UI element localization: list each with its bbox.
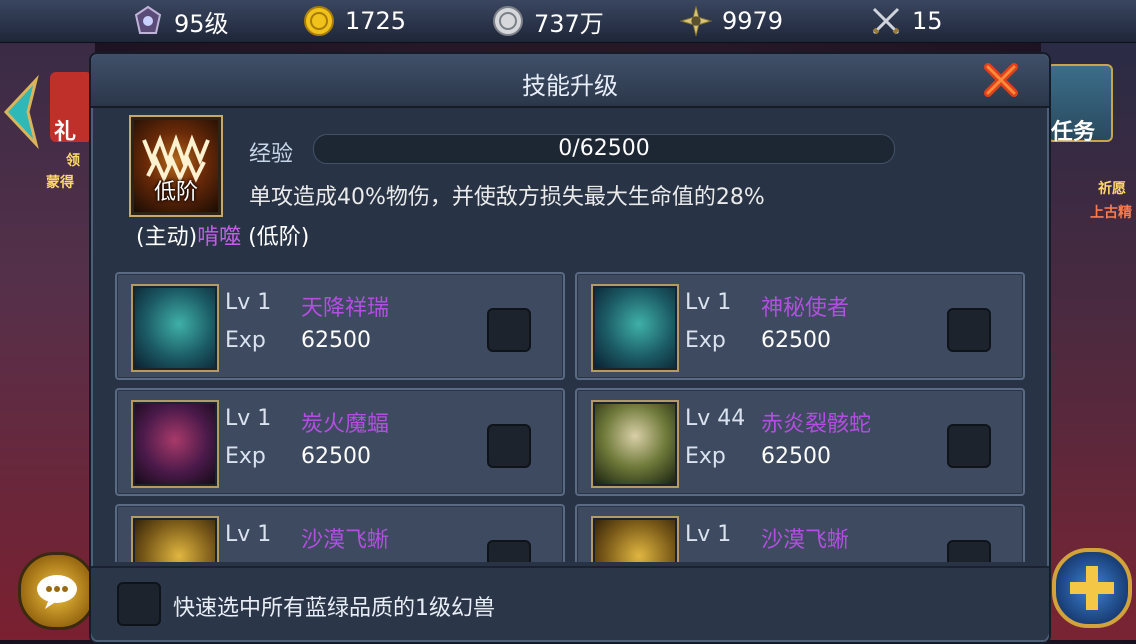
resource-bar: 95级 1725 737万 9979 15 <box>0 0 1136 43</box>
beast-level: Lv 44 <box>685 406 746 431</box>
exp-progress-text: 0/62500 <box>558 136 650 161</box>
beast-select-checkbox[interactable] <box>947 424 991 468</box>
skill-upgrade-dialog: 技能升级 低阶 经验 0/62500 单攻造成40%物伤，并使敌方损失最大生命值… <box>89 52 1051 644</box>
beast-exp-label: Exp <box>685 444 726 469</box>
beast-select-checkbox[interactable] <box>487 540 531 562</box>
beast-level: Lv 1 <box>685 290 732 315</box>
beast-card[interactable]: Lv 1 神秘使者 Exp 62500 <box>575 272 1025 380</box>
chat-button[interactable] <box>18 552 96 630</box>
beast-name: 炭火魔蝠 <box>301 412 390 437</box>
claim-label: 领 <box>66 153 80 169</box>
beast-name: 神秘使者 <box>761 296 850 321</box>
exp-label: 经验 <box>249 142 294 167</box>
beast-level: Lv 1 <box>225 522 272 547</box>
beast-level: Lv 1 <box>685 522 732 547</box>
beast-card[interactable]: Lv 44 赤炎裂骸蛇 Exp 62500 <box>575 388 1025 496</box>
silver-text: 737万 <box>534 9 604 38</box>
crossed-swords-icon <box>870 5 902 37</box>
exp-progress-bar: 0/62500 <box>313 134 895 164</box>
beast-card-grid: Lv 1 天降祥瑞 Exp 62500 Lv 1 神秘使者 Exp 62500 … <box>115 272 1025 562</box>
silver-display: 737万 <box>492 0 604 42</box>
quick-select-checkbox[interactable] <box>117 582 161 626</box>
beast-name: 赤炎裂骸蛇 <box>761 412 872 437</box>
star-burst-icon <box>680 5 712 37</box>
beast-exp-value: 62500 <box>761 328 831 353</box>
beast-level: Lv 1 <box>225 290 272 315</box>
chat-bubble-icon <box>37 575 77 609</box>
wish-label: 祈愿 <box>1098 181 1126 197</box>
gift-label: 礼 <box>54 120 77 145</box>
beast-exp-label: Exp <box>225 328 266 353</box>
power-display: 9979 <box>680 0 783 42</box>
power-text: 9979 <box>722 7 784 35</box>
skill-type: (主动) <box>136 225 198 250</box>
gold-lizard-portrait <box>591 516 679 562</box>
beast-card[interactable]: Lv 1 沙漠飞蜥 <box>575 504 1025 562</box>
stamina-display: 15 <box>870 0 943 42</box>
skill-name-line: (主动)啃噬 (低阶) <box>136 219 309 251</box>
right-sub-label: 上古精 <box>1090 205 1132 221</box>
beast-exp-label: Exp <box>225 444 266 469</box>
beast-name: 沙漠飞蜥 <box>761 528 850 553</box>
plus-icon <box>1070 566 1114 610</box>
blue-bird-portrait <box>591 284 679 372</box>
beast-select-checkbox[interactable] <box>487 308 531 352</box>
beast-card[interactable]: Lv 1 沙漠飞蜥 <box>115 504 565 562</box>
skill-icon: 低阶 <box>129 115 223 217</box>
beast-select-checkbox[interactable] <box>947 308 991 352</box>
red-bat-portrait <box>131 400 219 488</box>
level-text: 95级 <box>174 9 229 38</box>
gold-lizard-portrait <box>131 516 219 562</box>
beast-select-checkbox[interactable] <box>947 540 991 562</box>
beast-name: 沙漠飞蜥 <box>301 528 390 553</box>
beast-exp-value: 62500 <box>761 444 831 469</box>
skill-description: 单攻造成40%物伤，并使敌方损失最大生命值的28% <box>249 185 765 210</box>
back-arrow-button[interactable] <box>0 72 40 152</box>
blue-bird-portrait <box>131 284 219 372</box>
beast-exp-value: 62500 <box>301 328 371 353</box>
gift-button[interactable]: 礼 <box>50 72 92 145</box>
beast-card[interactable]: Lv 1 炭火魔蝠 Exp 62500 <box>115 388 565 496</box>
stamina-text: 15 <box>912 7 943 35</box>
dialog-title: 技能升级 <box>522 72 618 100</box>
beast-select-checkbox[interactable] <box>487 424 531 468</box>
task-button[interactable]: 任务 <box>1047 64 1113 145</box>
gold-text: 1725 <box>345 7 407 35</box>
plus-menu-button[interactable] <box>1052 548 1132 628</box>
dialog-header: 技能升级 <box>91 54 1049 108</box>
quick-select-label: 快速选中所有蓝绿品质的1级幻兽 <box>173 596 495 621</box>
task-label: 任务 <box>1051 120 1096 145</box>
left-arrow-icon <box>3 74 39 150</box>
skill-grade-suffix: (低阶) <box>241 225 310 250</box>
left-sub-label: 蒙得 <box>46 175 74 191</box>
beast-exp-value: 62500 <box>301 444 371 469</box>
beast-name: 天降祥瑞 <box>301 296 390 321</box>
skill-grade-label: 低阶 <box>153 180 198 205</box>
beast-card[interactable]: Lv 1 天降祥瑞 Exp 62500 <box>115 272 565 380</box>
gold-display: 1725 <box>303 0 406 42</box>
level-crest-icon <box>132 5 164 37</box>
skill-name: 啃噬 <box>197 225 242 250</box>
close-icon <box>984 63 1018 97</box>
bone-serpent-portrait <box>591 400 679 488</box>
quick-select-row: 快速选中所有蓝绿品质的1级幻兽 <box>91 566 1049 640</box>
close-button[interactable] <box>983 62 1019 98</box>
gold-coin-icon <box>303 5 335 37</box>
beast-level: Lv 1 <box>225 406 272 431</box>
level-display: 95级 <box>132 0 229 42</box>
beast-exp-label: Exp <box>685 328 726 353</box>
silver-coin-icon <box>492 5 524 37</box>
